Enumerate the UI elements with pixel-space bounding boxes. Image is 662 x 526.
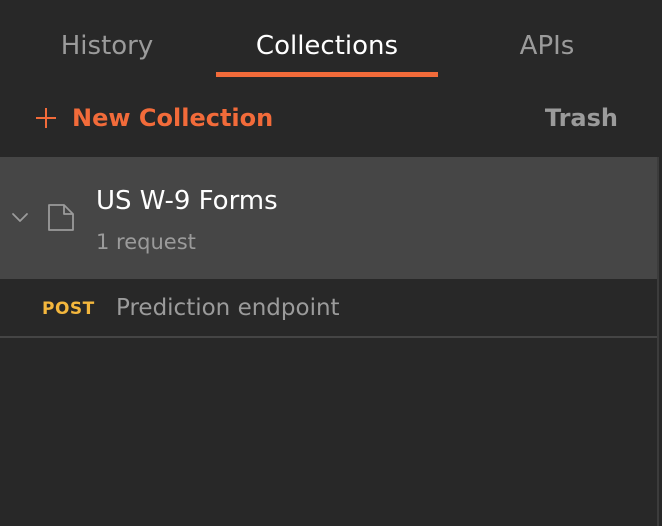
divider (0, 336, 657, 338)
panel-border (657, 157, 659, 526)
collection-request-count: 1 request (96, 230, 196, 254)
collection-name: US W-9 Forms (96, 186, 278, 216)
new-collection-button[interactable]: New Collection (36, 100, 273, 136)
tab-history[interactable]: History (0, 28, 214, 78)
tab-label: APIs (519, 31, 575, 61)
collections-panel: History Collections APIs New Collection … (0, 0, 662, 526)
collection-item[interactable]: US W-9 Forms 1 request (0, 157, 657, 279)
request-name: Prediction endpoint (116, 295, 340, 321)
chevron-down-icon[interactable] (10, 207, 30, 227)
request-item[interactable]: POST Prediction endpoint (0, 280, 657, 336)
new-collection-label: New Collection (72, 104, 274, 132)
folder-icon (48, 204, 74, 231)
tab-bar: History Collections APIs (0, 0, 656, 80)
plus-icon (36, 108, 56, 128)
tab-label: History (60, 31, 154, 61)
method-badge: POST (42, 299, 95, 319)
active-tab-indicator (216, 72, 438, 77)
tab-apis[interactable]: APIs (438, 28, 656, 78)
tab-label: Collections (255, 31, 399, 61)
tab-collections[interactable]: Collections (216, 28, 438, 78)
trash-button[interactable]: Trash (545, 100, 618, 136)
